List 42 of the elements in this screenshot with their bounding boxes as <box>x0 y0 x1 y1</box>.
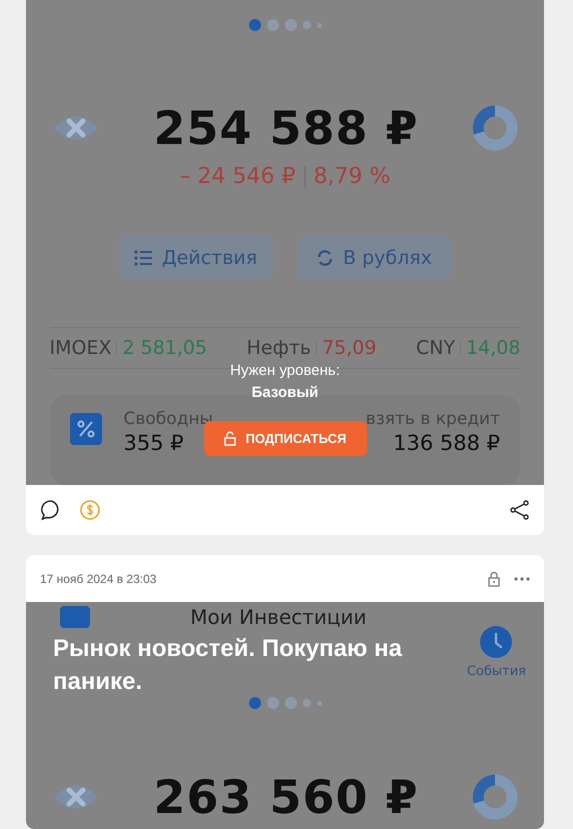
pager-dot[interactable] <box>316 700 322 706</box>
share-icon[interactable] <box>510 500 530 520</box>
app-button[interactable]: В рублях <box>297 235 452 280</box>
coin-icon[interactable] <box>80 500 100 520</box>
pager-dot[interactable] <box>266 697 278 709</box>
pager-dot[interactable] <box>266 19 278 31</box>
pager-dot[interactable] <box>248 697 260 709</box>
post-title[interactable]: Рынок новостей. Покупаю на панике. <box>53 632 453 698</box>
funds-label: взять в кредит <box>366 409 500 429</box>
list-icon <box>134 250 152 266</box>
donut-chart-icon[interactable] <box>472 105 518 151</box>
balance-change: – 24 546 ₽ <box>180 164 296 189</box>
ticker-name: IMOEX <box>50 337 112 359</box>
funds-amount: 136 588 ₽ <box>393 431 500 455</box>
required-level: Базовый <box>252 383 318 403</box>
post-date: 17 нояб 2024 в 23:03 <box>40 572 158 586</box>
ticker-value: 2 581,05 <box>122 337 208 359</box>
ticker-value: 14,08 <box>466 337 520 359</box>
pager-dot[interactable] <box>284 19 296 31</box>
ticker-value: 75,09 <box>322 337 376 359</box>
refresh-icon <box>317 248 334 266</box>
pager-dot[interactable] <box>248 19 260 31</box>
pager-dot[interactable] <box>316 22 322 28</box>
events-label[interactable]: События <box>466 664 526 679</box>
ticker-name: CNY <box>416 337 456 359</box>
clock-icon[interactable] <box>480 626 512 658</box>
portfolio-balance: 263 560 ₽ <box>153 770 419 824</box>
pager-dot[interactable] <box>302 699 310 707</box>
app-button[interactable]: Действия <box>118 235 273 280</box>
portfolio-balance: 254 588 ₽ <box>153 101 419 155</box>
app-title: Мои Инвестиции <box>190 606 367 628</box>
percent-icon <box>70 413 102 445</box>
pager-dot[interactable] <box>302 21 310 29</box>
paywall-text: Нужен уровень: <box>230 361 340 381</box>
pager-dot[interactable] <box>284 697 296 709</box>
funds-amount: 355 ₽ <box>124 431 184 455</box>
more-icon[interactable] <box>514 576 530 580</box>
donut-chart-icon[interactable] <box>472 774 518 820</box>
lock-icon <box>224 431 236 446</box>
ticker-name: Нефть <box>246 337 312 359</box>
change-percent: 8,79 % <box>314 164 390 189</box>
subscribe-button[interactable]: ПОДПИСАТЬСЯ <box>204 421 366 456</box>
